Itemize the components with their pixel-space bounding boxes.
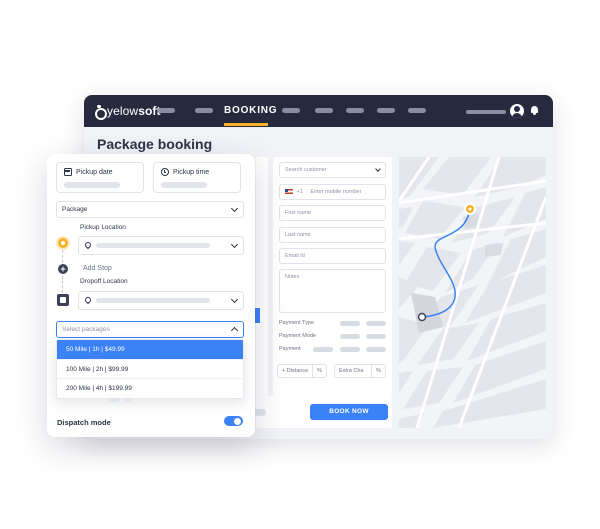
chevron-down-icon [230, 204, 239, 213]
pickup-time-field[interactable]: Pickup time [153, 162, 241, 193]
email-placeholder: Email Id [285, 253, 305, 259]
package-option[interactable]: 200 Mile | 4h | $199.99 [57, 378, 243, 397]
chevron-down-icon [375, 166, 381, 172]
first-name-placeholder: First name [285, 210, 311, 216]
pickup-marker-icon [58, 238, 68, 248]
service-type-value: Package [62, 206, 88, 213]
packages-dropdown: 50 Mile | 1h | $49.99 100 Mile | 2h | $9… [56, 339, 244, 399]
pickup-location-input[interactable] [78, 236, 244, 255]
book-now-button[interactable]: BOOK NOW [310, 404, 388, 420]
search-customer-placeholder: Search customer [285, 167, 327, 173]
pickup-location-label: Pickup Location [80, 224, 126, 231]
add-stop-button[interactable]: Add Stop [83, 265, 112, 272]
clock-icon [161, 168, 169, 176]
notes-textarea[interactable]: Notes [279, 269, 386, 313]
chevron-down-icon [230, 240, 239, 249]
last-name-input[interactable]: Last name [279, 227, 386, 243]
nav-item-placeholder-1[interactable] [157, 108, 175, 113]
payment-label: Payment [279, 346, 301, 352]
extra-charge-label: Extra Cha [339, 368, 364, 374]
mobile-number-placeholder: Enter mobile number [310, 189, 362, 195]
user-avatar-icon[interactable] [510, 104, 524, 118]
nav-item-placeholder-2[interactable] [195, 108, 213, 113]
map-pin-icon [83, 240, 93, 250]
distance-label: + Distance [282, 368, 309, 374]
hidden-row-placeholder [125, 398, 131, 402]
pickup-time-label: Pickup time [173, 169, 210, 176]
route-connector-line [62, 276, 63, 293]
route-connector-line [62, 250, 63, 263]
hidden-button-edge [255, 308, 260, 323]
package-option[interactable]: 100 Mile | 2h | $99.99 [57, 359, 243, 378]
plus-icon[interactable]: + [58, 264, 68, 274]
first-name-input[interactable]: First name [279, 205, 386, 221]
service-type-select[interactable]: Package [56, 201, 244, 218]
user-name-placeholder [466, 110, 506, 114]
booking-action-bar: BOOK NOW [252, 396, 392, 428]
dispatch-mode-label: Dispatch mode [57, 418, 111, 427]
extra-charge-input[interactable]: Extra Cha % [334, 364, 386, 378]
map-canvas [399, 157, 546, 428]
payment-mode-option-2[interactable] [366, 334, 386, 339]
pickup-location-value-placeholder [96, 243, 210, 248]
search-customer-input[interactable]: Search customer [279, 162, 386, 178]
calendar-icon [64, 168, 72, 176]
yelowsoft-logo-icon [94, 105, 107, 120]
flag-icon [285, 189, 293, 195]
page-title: Package booking [97, 136, 213, 152]
payment-option-3[interactable] [366, 347, 386, 352]
extra-charge-unit: % [371, 365, 385, 377]
payment-type-label: Payment Type [279, 320, 315, 326]
dropoff-location-label: Dropoff Location [80, 278, 128, 285]
distance-unit: % [312, 365, 326, 377]
route-map[interactable] [399, 157, 546, 428]
bell-icon[interactable] [530, 106, 539, 115]
package-booking-card: Pickup date Pickup time Package Pickup L… [47, 154, 255, 437]
pickup-date-value-placeholder [64, 182, 120, 188]
packages-select[interactable]: Select packages [56, 321, 244, 338]
brand-logo[interactable]: yelowsoft [94, 103, 161, 120]
map-pin-icon [83, 295, 93, 305]
nav-item-placeholder-4[interactable] [315, 108, 333, 113]
pickup-time-value-placeholder [161, 182, 207, 188]
payment-option-2[interactable] [340, 347, 360, 352]
top-navigation-bar: yelowsoft BOOKING [84, 95, 553, 127]
payment-type-option-2[interactable] [366, 321, 386, 326]
packages-placeholder: Select packages [62, 326, 110, 333]
dropoff-map-marker [417, 312, 427, 322]
logo-text-prefix: yelow [107, 104, 139, 118]
payment-type-option-1[interactable] [340, 321, 360, 326]
nav-item-placeholder-7[interactable] [408, 108, 426, 113]
payment-mode-option-1[interactable] [340, 334, 360, 339]
customer-form-panel: Search customer +1 Enter mobile number F… [273, 157, 392, 397]
hidden-row-placeholder [109, 398, 119, 402]
nav-item-booking[interactable]: BOOKING [224, 105, 277, 116]
chevron-up-icon [230, 326, 239, 335]
pickup-date-label: Pickup date [76, 169, 113, 176]
email-input[interactable]: Email Id [279, 248, 386, 264]
nav-active-indicator [224, 123, 268, 126]
package-option[interactable]: 50 Mile | 1h | $49.99 [57, 340, 243, 359]
phone-country-code: +1 [296, 189, 303, 195]
mobile-number-input[interactable]: +1 Enter mobile number [279, 184, 386, 200]
dispatch-mode-toggle[interactable] [224, 416, 243, 426]
nav-item-placeholder-3[interactable] [282, 108, 300, 113]
payment-mode-label: Payment Mode [279, 333, 316, 339]
notes-placeholder: Notes [285, 274, 300, 280]
dropoff-location-value-placeholder [96, 298, 210, 303]
nav-item-placeholder-5[interactable] [346, 108, 364, 113]
dropoff-marker-icon [57, 294, 69, 306]
pickup-date-field[interactable]: Pickup date [56, 162, 144, 193]
payment-option-1[interactable] [313, 347, 333, 352]
nav-item-placeholder-6[interactable] [377, 108, 395, 113]
left-panel-edge [256, 157, 268, 397]
chevron-down-icon [230, 295, 239, 304]
distance-input[interactable]: + Distance % [277, 364, 327, 378]
dropoff-location-input[interactable] [78, 291, 244, 310]
last-name-placeholder: Last name [285, 232, 311, 238]
